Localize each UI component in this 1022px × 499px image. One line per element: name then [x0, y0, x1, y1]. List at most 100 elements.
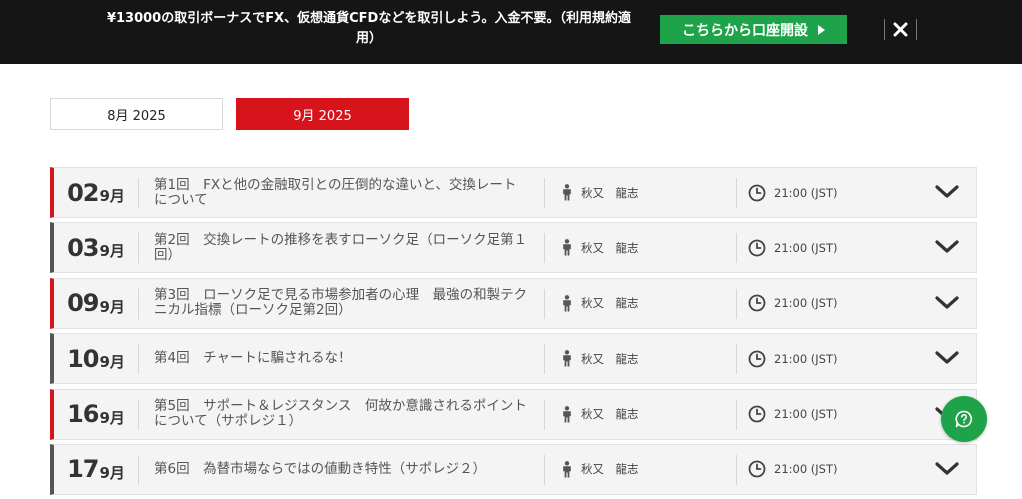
seminar-time: 21:00 (JST) [748, 223, 838, 272]
divider [138, 344, 139, 375]
seminar-row[interactable]: 02 9月 第1回 FXと他の金融取引との圧倒的な違いと、交換レートについて 秋又… [50, 167, 977, 218]
divider [544, 344, 545, 375]
person-icon [563, 239, 571, 256]
clock-icon [748, 461, 766, 478]
divider [138, 454, 139, 485]
seminar-month: 9月 [99, 353, 125, 372]
seminar-title: 第5回 サポート＆レジスタンス 何故か意識されるポイントについて（サポレジ１） [154, 398, 527, 430]
seminar-month: 9月 [99, 187, 125, 205]
tab-august-2025[interactable]: 8月 2025 [50, 98, 223, 130]
seminar-day: 03 [67, 233, 99, 262]
lecturer-name: 秋又 龍志 [581, 462, 639, 477]
divider [736, 233, 737, 264]
seminar-time: 21:00 (JST) [748, 334, 838, 383]
seminar-date: 02 9月 [54, 168, 138, 217]
time-text: 21:00 (JST) [774, 185, 838, 200]
seminar-row[interactable]: 17 9月 第6回 為替市場ならではの値動き特性（サポレジ２） 秋又 龍志 21:… [50, 443, 977, 495]
divider [138, 178, 139, 208]
seminar-date: 03 9月 [54, 223, 138, 272]
time-text: 21:00 (JST) [774, 240, 838, 255]
seminar-date: 10 9月 [54, 334, 138, 383]
tab-september-2025[interactable]: 9月 2025 [236, 98, 409, 130]
seminar-time: 21:00 (JST) [748, 445, 838, 494]
promo-banner-text: ¥13000の取引ボーナスでFX、仮想通貨CFDなどを取引しよう。入金不要。（利… [106, 11, 632, 46]
lecturer-name: 秋又 龍志 [581, 407, 639, 422]
open-account-label: こちらから口座開設 [682, 22, 808, 39]
divider [736, 288, 737, 319]
seminar-lecturer: 秋又 龍志 [561, 390, 639, 439]
chevron-down-icon[interactable] [934, 348, 960, 368]
seminar-title: 第3回 ローソク足で見る市場参加者の心理 最強の和製テクニカル指標（ローソク足第… [154, 287, 528, 319]
seminar-time: 21:00 (JST) [748, 279, 838, 328]
seminar-date: 09 9月 [54, 279, 138, 328]
seminar-row[interactable]: 10 9月 第4回 チャートに騙されるな！ 秋又 龍志 21:00 (JST) [50, 333, 977, 385]
seminar-date: 17 9月 [54, 445, 138, 494]
seminar-lecturer: 秋又 龍志 [561, 334, 639, 383]
lecturer-name: 秋又 龍志 [581, 185, 639, 200]
time-text: 21:00 (JST) [774, 407, 838, 422]
divider [138, 288, 139, 319]
arrow-right-icon [818, 24, 825, 35]
help-chat-button[interactable] [941, 396, 987, 442]
seminar-day: 17 [67, 455, 99, 484]
seminar-row[interactable]: 09 9月 第3回 ローソク足で見る市場参加者の心理 最強の和製テクニカル指標（ロ… [50, 277, 977, 329]
seminar-month: 9月 [99, 297, 125, 316]
clock-icon [748, 294, 766, 312]
seminar-month: 9月 [99, 463, 125, 482]
seminar-list: 02 9月 第1回 FXと他の金融取引との圧倒的な違いと、交換レートについて 秋又… [50, 167, 977, 499]
divider [736, 454, 737, 485]
seminar-title: 第6回 為替市場ならではの値動き特性（サポレジ２） [154, 460, 487, 477]
divider [138, 233, 139, 264]
chevron-down-icon[interactable] [934, 459, 960, 479]
seminar-time: 21:00 (JST) [748, 390, 838, 439]
chevron-down-icon[interactable] [934, 293, 960, 313]
seminar-title: 第2回 交換レートの推移を表すローソク足（ローソク足第１回） [154, 231, 528, 263]
person-icon [563, 461, 571, 478]
divider [736, 399, 737, 430]
seminar-row[interactable]: 16 9月 第5回 サポート＆レジスタンス 何故か意識されるポイントについて（サポ… [50, 388, 977, 440]
divider [736, 178, 737, 208]
time-text: 21:00 (JST) [774, 462, 838, 477]
seminar-day: 16 [67, 400, 99, 429]
person-icon [563, 184, 571, 201]
seminar-date: 16 9月 [54, 390, 138, 439]
time-text: 21:00 (JST) [774, 296, 838, 311]
lecturer-name: 秋又 龍志 [581, 240, 639, 255]
close-banner-button[interactable] [884, 19, 917, 40]
seminar-day: 02 [67, 178, 99, 207]
seminar-lecturer: 秋又 龍志 [561, 279, 639, 328]
seminar-lecturer: 秋又 龍志 [561, 223, 639, 272]
lecturer-name: 秋又 龍志 [581, 296, 639, 311]
open-account-button[interactable]: こちらから口座開設 [660, 15, 847, 44]
seminar-day: 10 [67, 344, 99, 373]
person-icon [563, 294, 571, 312]
divider [544, 178, 545, 208]
chevron-down-icon[interactable] [934, 182, 960, 202]
person-icon [563, 405, 571, 423]
divider [544, 288, 545, 319]
divider [544, 233, 545, 264]
divider [736, 344, 737, 375]
seminar-lecturer: 秋又 龍志 [561, 168, 639, 217]
divider [544, 454, 545, 485]
seminar-row[interactable]: 03 9月 第2回 交換レートの推移を表すローソク足（ローソク足第１回） 秋又 龍… [50, 222, 977, 274]
promo-banner: ¥13000の取引ボーナスでFX、仮想通貨CFDなどを取引しよう。入金不要。（利… [0, 0, 1022, 64]
close-icon [893, 22, 908, 37]
seminar-month: 9月 [99, 408, 125, 427]
seminar-title: 第1回 FXと他の金融取引との圧倒的な違いと、交換レートについて [154, 176, 517, 208]
lecturer-name: 秋又 龍志 [581, 351, 639, 366]
clock-icon [748, 184, 766, 201]
help-chat-icon [955, 410, 973, 428]
seminar-time: 21:00 (JST) [748, 168, 838, 217]
clock-icon [748, 405, 766, 423]
divider [544, 399, 545, 430]
chevron-down-icon[interactable] [934, 237, 960, 257]
seminar-title: 第4回 チャートに騙されるな！ [154, 350, 352, 367]
clock-icon [748, 350, 766, 368]
seminar-day: 09 [67, 289, 99, 318]
seminar-lecturer: 秋又 龍志 [561, 445, 639, 494]
divider [138, 399, 139, 430]
time-text: 21:00 (JST) [774, 351, 838, 366]
seminar-month: 9月 [99, 242, 125, 261]
person-icon [563, 350, 571, 367]
